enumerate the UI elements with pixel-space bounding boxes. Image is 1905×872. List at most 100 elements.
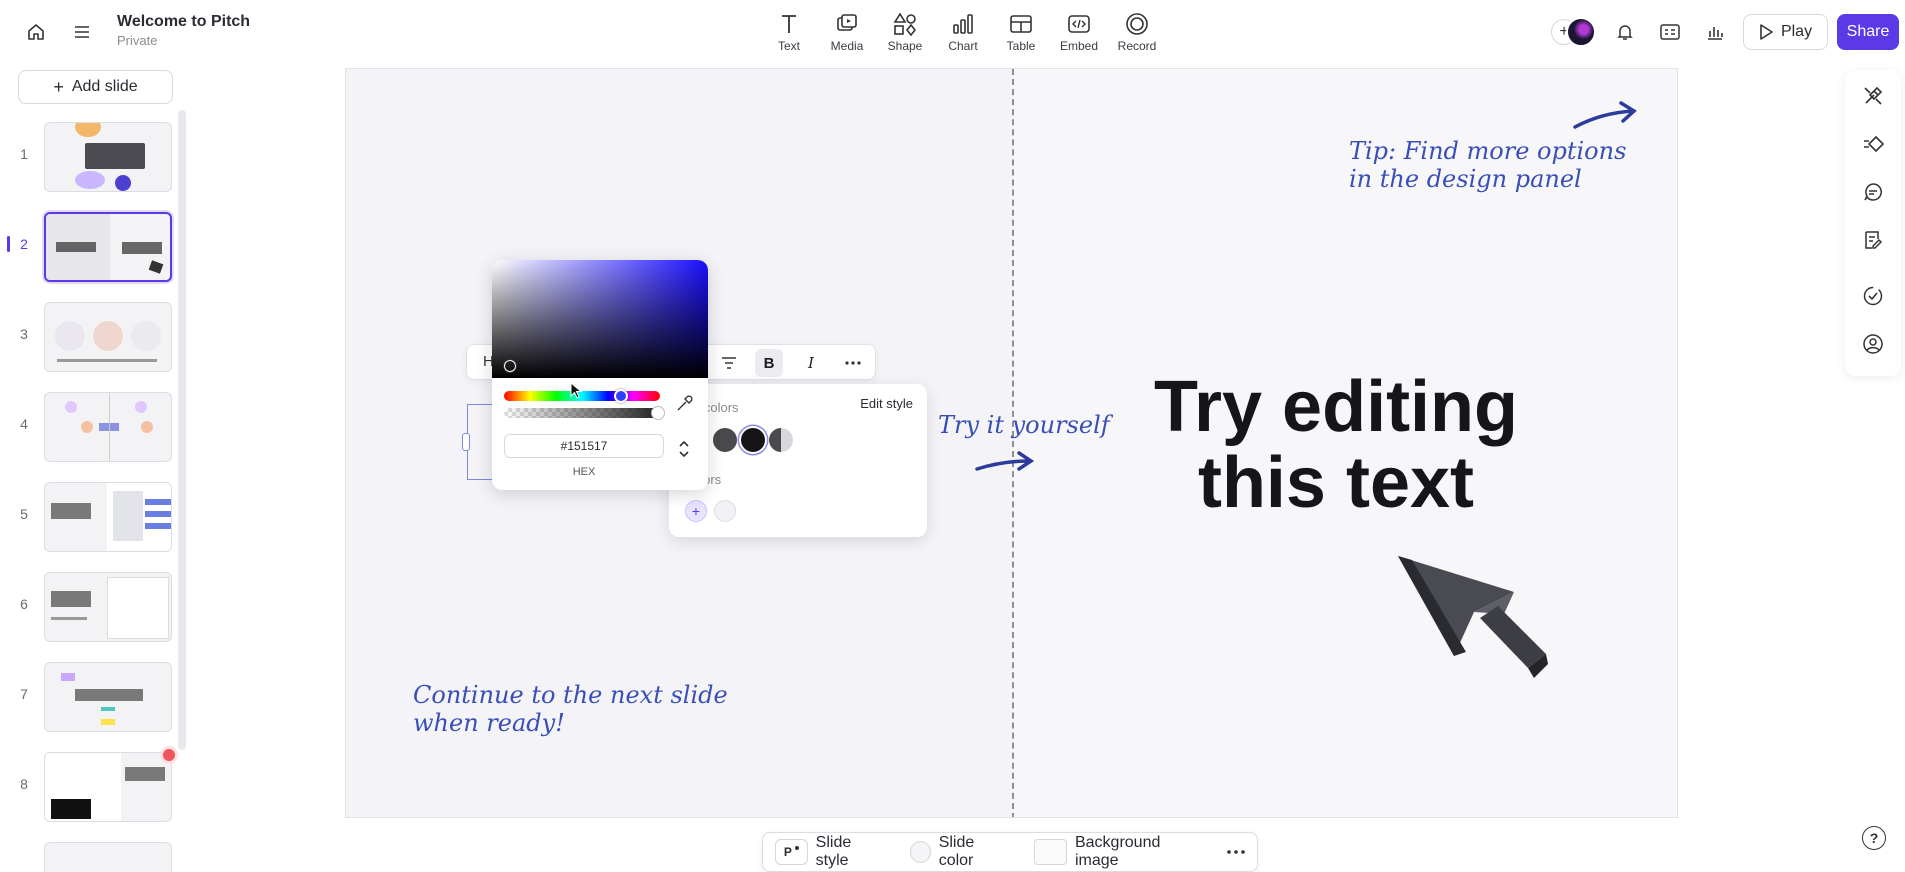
color-swatch[interactable] bbox=[769, 428, 793, 452]
animations-button[interactable] bbox=[1859, 130, 1887, 158]
background-image-button[interactable]: Background image bbox=[1022, 834, 1215, 870]
add-custom-color-button[interactable]: + bbox=[685, 500, 707, 522]
question-icon: ? bbox=[1869, 830, 1879, 846]
profile-button[interactable] bbox=[1859, 330, 1887, 358]
bell-icon bbox=[1617, 25, 1633, 40]
tool-embed[interactable]: Embed bbox=[1050, 8, 1108, 56]
tool-text-label: Text bbox=[777, 39, 800, 53]
analytics-button[interactable] bbox=[1701, 18, 1729, 46]
tip-text[interactable]: Tip: Find more options in the design pan… bbox=[1349, 137, 1639, 193]
slide-style-icon: P bbox=[775, 839, 808, 865]
tool-chart[interactable]: Chart bbox=[934, 8, 992, 56]
slide-thumbnail[interactable] bbox=[44, 842, 172, 872]
slide-thumbnail-row[interactable]: 1 bbox=[0, 118, 180, 192]
play-button[interactable]: Play bbox=[1743, 14, 1828, 50]
avatar[interactable] bbox=[1566, 17, 1596, 47]
document-title[interactable]: Welcome to Pitch bbox=[117, 13, 250, 31]
slide-thumbnail[interactable] bbox=[44, 752, 172, 822]
slide-style-button[interactable]: P Slide style bbox=[763, 834, 898, 870]
slide-number: 7 bbox=[20, 686, 28, 702]
slide-thumbnail-row[interactable]: 2 bbox=[0, 208, 180, 282]
notes-icon bbox=[1660, 24, 1680, 40]
home-button[interactable] bbox=[20, 18, 52, 46]
notifications-button[interactable] bbox=[1611, 18, 1639, 46]
edit-style-button[interactable]: Edit style bbox=[860, 396, 913, 411]
saturation-value-area[interactable] bbox=[492, 260, 708, 378]
more-icon bbox=[1227, 850, 1245, 854]
italic-button[interactable]: I bbox=[797, 349, 825, 377]
eyedropper-button[interactable] bbox=[676, 394, 694, 412]
slide-thumbnail-row[interactable]: 6 bbox=[0, 568, 180, 642]
design-brush-icon bbox=[1864, 86, 1883, 105]
slide-thumbnail[interactable] bbox=[44, 122, 172, 192]
speaker-notes-button[interactable] bbox=[1859, 226, 1887, 254]
color-picker: #151517 HEX bbox=[492, 260, 708, 490]
check-circle-icon bbox=[1863, 286, 1883, 306]
opacity-slider-knob[interactable] bbox=[651, 406, 665, 420]
menu-button[interactable] bbox=[66, 18, 98, 46]
tool-table-label: Table bbox=[1006, 39, 1036, 53]
active-slide-indicator bbox=[7, 236, 10, 252]
slide-thumbnail[interactable] bbox=[44, 662, 172, 732]
headline-text[interactable]: Try editing this text bbox=[1106, 369, 1566, 521]
slide-thumbnail-row[interactable]: 7 bbox=[0, 658, 180, 732]
arrow-doodle-icon bbox=[975, 451, 1035, 471]
slide-number: 1 bbox=[20, 146, 28, 162]
share-button[interactable]: Share bbox=[1837, 14, 1899, 50]
slide-thumbnail-active[interactable] bbox=[44, 212, 172, 282]
slide-color-button[interactable]: Slide color bbox=[898, 834, 1023, 870]
more-slide-options-button[interactable] bbox=[1215, 850, 1257, 854]
tool-media[interactable]: Media bbox=[818, 8, 876, 56]
color-format-label: HEX bbox=[572, 466, 596, 478]
add-slide-button[interactable]: + Add slide bbox=[18, 70, 173, 104]
user-circle-icon bbox=[1863, 334, 1883, 354]
slide-thumbnail-row[interactable] bbox=[0, 838, 180, 872]
analytics-icon bbox=[1708, 27, 1723, 40]
tool-text[interactable]: Text bbox=[760, 8, 818, 56]
color-format-toggle[interactable] bbox=[676, 438, 692, 460]
media-icon bbox=[837, 14, 857, 31]
tool-record[interactable]: Record bbox=[1108, 8, 1166, 56]
design-panel-button[interactable] bbox=[1859, 82, 1887, 110]
bold-button[interactable]: B bbox=[755, 349, 783, 377]
play-icon bbox=[1760, 24, 1773, 40]
thumbnail-scrollbar[interactable] bbox=[178, 110, 186, 750]
more-options-button[interactable] bbox=[839, 349, 867, 377]
tool-shape[interactable]: Shape bbox=[876, 8, 934, 56]
hue-slider-knob[interactable] bbox=[614, 389, 628, 403]
align-button[interactable] bbox=[715, 349, 743, 377]
slide-number: 2 bbox=[20, 236, 28, 252]
headline-line: Try editing bbox=[1153, 367, 1519, 447]
color-swatch[interactable] bbox=[713, 428, 737, 452]
slide-thumbnail-list[interactable]: 1 2 3 4 5 6 7 8 bbox=[0, 118, 180, 872]
try-yourself-text[interactable]: Try it yourself bbox=[938, 411, 1110, 439]
slide-thumbnail-row[interactable]: 5 bbox=[0, 478, 180, 552]
slide-thumbnail[interactable] bbox=[44, 392, 172, 462]
help-button[interactable]: ? bbox=[1862, 826, 1886, 850]
saturation-cursor[interactable] bbox=[504, 360, 516, 372]
slide-color-label: Slide color bbox=[938, 834, 975, 869]
alert-badge[interactable] bbox=[160, 746, 178, 764]
slide-number: 6 bbox=[20, 596, 28, 612]
plus-icon: + bbox=[53, 76, 64, 97]
slide-bottom-bar: P Slide style Slide color Background ima… bbox=[762, 832, 1258, 872]
comments-button[interactable] bbox=[1859, 178, 1887, 206]
slide-thumbnail-row[interactable]: 8 bbox=[0, 748, 180, 822]
slide-thumbnail[interactable] bbox=[44, 482, 172, 552]
custom-color-swatch[interactable] bbox=[714, 500, 736, 522]
slide-thumbnail-row[interactable]: 3 bbox=[0, 298, 180, 372]
resize-handle[interactable] bbox=[462, 433, 470, 451]
color-swatch-selected[interactable] bbox=[741, 428, 765, 452]
tool-media-label: Media bbox=[830, 39, 864, 53]
eyedropper-icon bbox=[677, 395, 693, 411]
presenter-notes-button[interactable] bbox=[1656, 18, 1684, 46]
slide-thumbnail[interactable] bbox=[44, 572, 172, 642]
continue-text[interactable]: Continue to the next slide when ready! bbox=[413, 681, 743, 737]
opacity-slider[interactable] bbox=[504, 406, 665, 420]
tool-shape-label: Shape bbox=[887, 39, 923, 53]
tool-table[interactable]: Table bbox=[992, 8, 1050, 56]
status-button[interactable] bbox=[1859, 282, 1887, 310]
hex-input[interactable]: #151517 bbox=[504, 434, 664, 458]
slide-thumbnail[interactable] bbox=[44, 302, 172, 372]
slide-thumbnail-row[interactable]: 4 bbox=[0, 388, 180, 462]
